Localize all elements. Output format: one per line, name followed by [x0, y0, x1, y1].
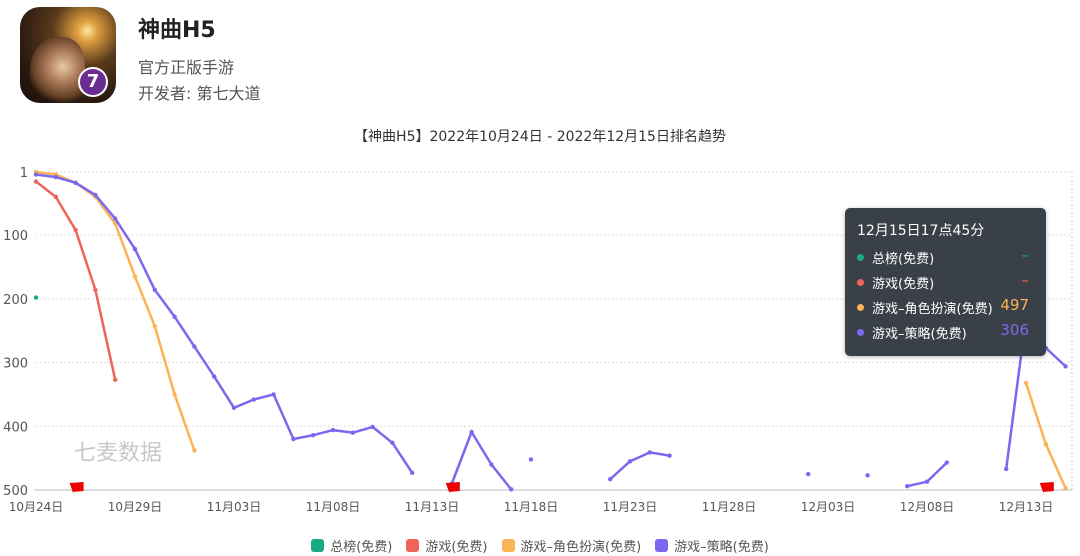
chart-legend: 总榜(免费) 游戏(免费) 游戏–角色扮演(免费) 游戏–策略(免费): [0, 536, 1080, 555]
legend-label: 游戏–策略(免费): [674, 540, 769, 555]
legend-label: 游戏–角色扮演(免费): [520, 540, 642, 555]
series-line: [1024, 382, 1067, 489]
y-tick-label: 300: [3, 357, 28, 372]
tooltip-series-value: –: [1021, 271, 1030, 289]
x-tick-label: 12月13日: [999, 500, 1054, 514]
tooltip-series-name: 游戏(免费): [872, 277, 935, 292]
series-line: [609, 451, 670, 481]
x-tick-label: 10月24日: [9, 500, 64, 514]
y-tick-label: 100: [3, 229, 28, 244]
x-tick-label: 11月13日: [405, 500, 460, 514]
legend-swatch: [406, 539, 420, 552]
legend-swatch: [501, 539, 515, 552]
x-tick-label: 11月08日: [306, 500, 361, 514]
series-dot-icon: [857, 329, 864, 336]
series-line: [450, 430, 513, 491]
tooltip-series-name: 游戏–角色扮演(免费): [872, 302, 993, 317]
y-tick-label: 1: [20, 166, 28, 181]
legend-item-rpg[interactable]: 游戏–角色扮演(免费): [501, 536, 642, 555]
data-point: [528, 457, 534, 462]
tooltip-series-name: 游戏–策略(免费): [872, 327, 967, 342]
series-line: [906, 461, 948, 488]
legend-item-strategy[interactable]: 游戏–策略(免费): [655, 536, 769, 555]
tooltip-series-name: 总榜(免费): [872, 252, 935, 267]
x-tick-label: 10月29日: [108, 500, 163, 514]
y-tick-label: 500: [3, 484, 28, 499]
x-tick-label: 12月08日: [900, 500, 955, 514]
series-dot-icon: [857, 254, 864, 261]
legend-label: 游戏(免费): [425, 540, 488, 555]
legend-item-games[interactable]: 游戏(免费): [406, 536, 488, 555]
series-dot-icon: [857, 304, 864, 311]
x-tick-label: 11月23日: [603, 500, 658, 514]
tooltip-series-value: 497: [1000, 296, 1029, 314]
tooltip-row: 游戏(免费) –: [857, 271, 1037, 293]
tooltip-time: 12月15日17点45分: [857, 223, 985, 239]
data-point: [865, 473, 870, 478]
x-tick-label: 12月03日: [801, 500, 856, 514]
data-point: [806, 471, 811, 477]
series-line: [35, 180, 117, 381]
legend-label: 总榜(免费): [330, 540, 393, 555]
chart-tooltip: 12月15日17点45分 总榜(免费) – 游戏(免费) – 游戏–角色扮演(免费)…: [845, 208, 1046, 356]
x-tick-label: 11月18日: [504, 500, 559, 514]
x-tick-label: 11月28日: [702, 500, 757, 514]
legend-swatch: [311, 539, 325, 552]
y-tick-label: 200: [3, 293, 28, 308]
tooltip-series-value: –: [1021, 246, 1030, 264]
y-tick-label: 400: [3, 420, 28, 435]
legend-item-overall[interactable]: 总榜(免费): [311, 536, 392, 555]
tooltip-row: 游戏–角色扮演(免费) 497: [857, 296, 1037, 318]
tooltip-series-value: 306: [1000, 321, 1029, 339]
series-dot-icon: [857, 279, 864, 286]
tooltip-row: 总榜(免费) –: [857, 246, 1037, 268]
series-line: [35, 173, 414, 474]
legend-swatch: [655, 539, 669, 552]
data-point: [33, 295, 39, 300]
x-tick-label: 11月03日: [207, 500, 262, 514]
tooltip-row: 游戏–策略(免费) 306: [857, 321, 1037, 343]
